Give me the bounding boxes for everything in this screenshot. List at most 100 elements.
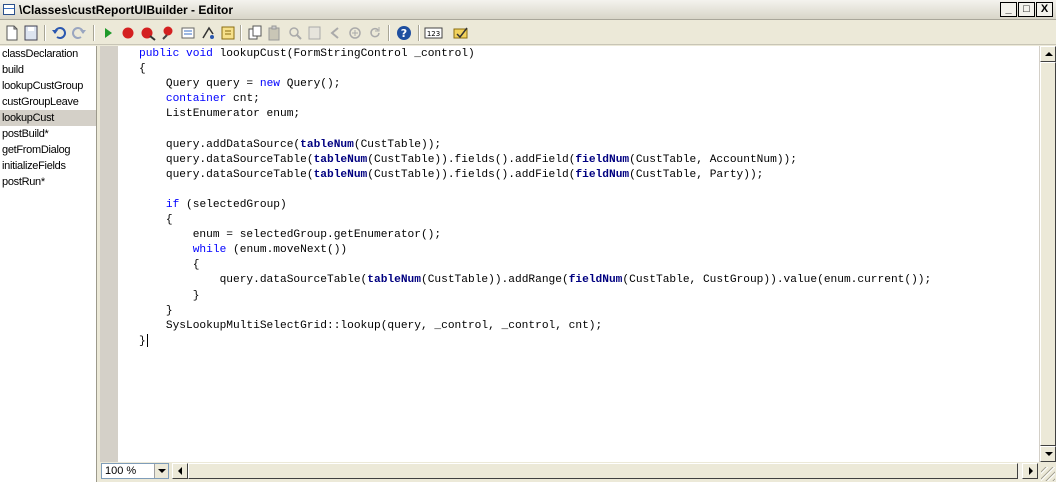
code-token: SysLookupMultiSelectGrid::lookup(query, …	[139, 319, 603, 332]
breakpoint-gutter[interactable]	[100, 46, 118, 462]
code-token: (CustTable)).fields().addField(	[367, 168, 576, 181]
undo-icon[interactable]	[50, 24, 68, 42]
close-button[interactable]: X	[1036, 2, 1053, 17]
code-line[interactable]: }	[139, 333, 931, 349]
code-line[interactable]: enum = selectedGroup.getEnumerator();	[139, 228, 931, 243]
method-item-post-build[interactable]: postBuild*	[0, 126, 96, 142]
code-token: query.addDataSource(	[139, 138, 301, 151]
vertical-scrollbar[interactable]	[1039, 46, 1056, 462]
copy-icon[interactable]	[246, 24, 264, 42]
method-item-cust-group-leave[interactable]: custGroupLeave	[0, 94, 96, 110]
code-token: (CustTable, Party));	[629, 168, 764, 181]
code-keyword: void	[186, 48, 213, 60]
code-line[interactable]: {	[139, 213, 931, 228]
lookup-icon[interactable]	[199, 24, 217, 42]
save-icon[interactable]	[22, 24, 40, 42]
code-line[interactable]: {	[139, 258, 931, 273]
reload-icon[interactable]	[366, 24, 384, 42]
remove-breakpoints-icon[interactable]	[139, 24, 157, 42]
method-item-initialize-fields[interactable]: initializeFields	[0, 158, 96, 174]
forward-icon[interactable]	[346, 24, 364, 42]
code-line[interactable]: query.dataSourceTable(tableNum(CustTable…	[139, 168, 931, 183]
new-icon[interactable]	[3, 24, 21, 42]
script-icon[interactable]	[219, 24, 237, 42]
code-line[interactable]: public void lookupCust(FormStringControl…	[139, 47, 931, 62]
code-line[interactable]: ListEnumerator enum;	[139, 107, 931, 122]
code-line[interactable]: if (selectedGroup)	[139, 198, 931, 213]
svg-text:123: 123	[427, 30, 440, 38]
method-item-post-run[interactable]: postRun*	[0, 174, 96, 190]
compile-icon[interactable]	[179, 24, 197, 42]
code-line[interactable]: Query query = new Query();	[139, 77, 931, 92]
window-controls: _ □ X	[1000, 2, 1053, 17]
method-item-build[interactable]: build	[0, 62, 96, 78]
toggle-breakpoint-icon[interactable]	[159, 24, 177, 42]
scroll-down-button[interactable]	[1040, 446, 1056, 462]
code-line[interactable]: SysLookupMultiSelectGrid::lookup(query, …	[139, 319, 931, 334]
replace-icon[interactable]	[306, 24, 324, 42]
code-function: fieldNum	[568, 274, 623, 287]
breakpoint-icon[interactable]	[119, 24, 137, 42]
code-token: }	[139, 304, 173, 317]
code-line[interactable]: query.dataSourceTable(tableNum(CustTable…	[139, 153, 931, 168]
editor-app-icon	[3, 4, 15, 15]
vertical-scroll-thumb[interactable]	[1040, 62, 1056, 446]
code-line[interactable]	[139, 183, 931, 198]
code-token: (CustTable, AccountNum));	[629, 153, 797, 166]
method-item-lookup-cust-group[interactable]: lookupCustGroup	[0, 78, 96, 94]
code-token: query.dataSourceTable(	[139, 168, 314, 181]
back-icon[interactable]	[326, 24, 344, 42]
run-icon[interactable]	[99, 24, 117, 42]
code-line[interactable]: container cnt;	[139, 92, 931, 107]
zoom-dropdown-button[interactable]	[154, 464, 168, 478]
code-token: (CustTable, CustGroup)).value(enum.curre…	[622, 274, 932, 287]
code-keyword: new	[259, 78, 281, 91]
arrow-left-icon	[178, 467, 182, 475]
code-line[interactable]	[139, 122, 931, 137]
find-icon[interactable]	[286, 24, 304, 42]
code-token: (CustTable)).addRange(	[420, 274, 569, 287]
scroll-left-button[interactable]	[172, 463, 188, 479]
code-line[interactable]: query.addDataSource(tableNum(CustTable))…	[139, 138, 931, 153]
code-editor[interactable]: public void lookupCust(FormStringControl…	[118, 46, 1039, 462]
code-line[interactable]: query.dataSourceTable(tableNum(CustTable…	[139, 273, 932, 288]
code-line[interactable]: while (enum.moveNext())	[139, 243, 931, 258]
code-line[interactable]: }	[139, 304, 931, 319]
horizontal-scroll-thumb[interactable]	[188, 463, 1018, 479]
paste-icon[interactable]	[266, 24, 284, 42]
code-text[interactable]: public void lookupCust(FormStringControl…	[139, 47, 931, 349]
scroll-up-button[interactable]	[1040, 46, 1056, 62]
code-token: }	[139, 289, 200, 302]
code-token: {	[139, 259, 200, 272]
code-token: {	[139, 63, 146, 76]
code-keyword: container	[165, 93, 227, 106]
code-token: lookupCust(FormStringControl _control)	[212, 48, 475, 60]
resize-grip-icon[interactable]	[1041, 467, 1055, 481]
code-token: query.dataSourceTable(	[139, 153, 314, 166]
redo-icon[interactable]	[70, 24, 88, 42]
title-bar[interactable]: \Classes\custReportUIBuilder - Editor _ …	[0, 0, 1056, 20]
chevron-down-icon	[158, 469, 166, 473]
scroll-right-button[interactable]	[1022, 463, 1038, 479]
code-token: (CustTable)).fields().addField(	[367, 153, 576, 166]
code-token: ListEnumerator enum;	[139, 108, 301, 121]
method-item-lookup-cust[interactable]: lookupCust	[0, 110, 96, 126]
horizontal-scrollbar[interactable]	[172, 463, 1038, 479]
code-token: Query query =	[139, 78, 260, 91]
code-token: (selectedGroup)	[179, 198, 287, 211]
method-item-get-from-dialog[interactable]: getFromDialog	[0, 142, 96, 158]
minimize-button[interactable]: _	[1000, 2, 1017, 17]
best-practice-icon[interactable]	[452, 24, 470, 42]
window-title: \Classes\custReportUIBuilder - Editor	[19, 3, 234, 17]
code-token: {	[139, 214, 173, 227]
help-icon[interactable]: ?	[395, 24, 413, 42]
zoom-select[interactable]: 100 %	[101, 463, 169, 479]
method-item-class-declaration[interactable]: classDeclaration	[0, 46, 96, 62]
code-line[interactable]: }	[139, 289, 931, 304]
code-line[interactable]: {	[139, 62, 931, 77]
maximize-button[interactable]: □	[1018, 2, 1035, 17]
code-function: tableNum	[367, 274, 421, 287]
line-number-icon[interactable]: 123	[424, 24, 450, 42]
